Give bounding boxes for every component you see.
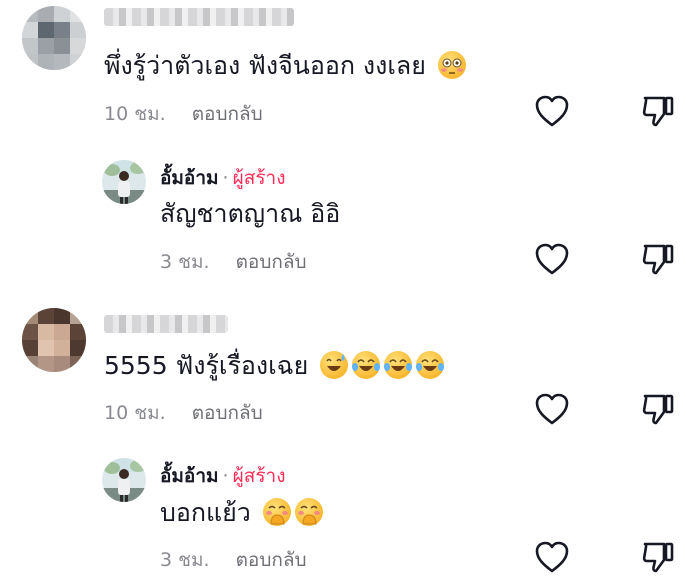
avatar-image [102,160,146,204]
face-with-hand-over-mouth-emoji [262,498,291,526]
comment-meta: 3 ชม. ตอบกลับ [160,247,307,277]
tears-of-joy-emoji [416,351,445,379]
heart-outline-icon [535,243,569,275]
face-with-hand-over-mouth-emoji [294,498,323,526]
comment-text-content: พึ่งรู้ว่าตัวเอง ฟังจีนออก งงเลย [104,51,426,80]
comment-meta: 10 ชม. ตอบกลับ [104,99,263,129]
creator-badge: ผู้สร้าง [232,167,286,189]
heart-outline-icon [535,541,569,573]
comment-text: พึ่งรู้ว่าตัวเอง ฟังจีนออก งงเลย [104,50,466,82]
reply-button[interactable]: ตอบกลับ [192,103,263,125]
creator-badge: ผู้สร้าง [232,465,286,487]
grinning-sweat-emoji [320,351,349,379]
avatar-blurred-image [22,308,86,372]
comment-meta: 10 ชม. ตอบกลับ [104,398,263,428]
username-blurred[interactable] [104,8,294,26]
tears-of-joy-emoji [384,351,413,379]
flushed-face-emoji [437,51,466,79]
like-button[interactable] [534,242,570,276]
thumbs-down-outline-icon [642,542,674,573]
like-button[interactable] [534,392,570,426]
separator-dot: · [222,167,229,189]
comment-time: 3 ชม. [160,549,210,571]
avatar[interactable] [102,458,146,502]
separator-dot: · [222,465,229,487]
avatar-blurred-image [22,6,86,70]
comment-text: สัญชาตญาณ อิอิ [160,198,340,230]
thumbs-down-outline-icon [642,96,674,127]
comment-text-content: สัญชาตญาณ อิอิ [160,199,341,228]
like-button[interactable] [534,540,570,574]
comment-time: 10 ชม. [104,103,166,125]
author-line: อั้มอ้าม · ผู้สร้าง [160,461,285,491]
thumbs-down-outline-icon [642,244,674,275]
heart-outline-icon [535,393,569,425]
author-name[interactable]: อั้มอ้าม [160,167,219,189]
avatar[interactable] [22,308,86,372]
dislike-button[interactable] [640,392,676,426]
comment-text-content: 5555 ฟังรู้เรื่องเฉย [104,351,309,380]
avatar[interactable] [22,6,86,70]
heart-outline-icon [535,95,569,127]
reply-button[interactable]: ตอบกลับ [192,402,263,424]
reply-button[interactable]: ตอบกลับ [236,251,307,273]
comment-text: 5555 ฟังรู้เรื่องเฉย [104,350,445,382]
username-blurred[interactable] [104,315,228,333]
avatar-image [102,458,146,502]
dislike-button[interactable] [640,94,676,128]
thumbs-down-outline-icon [642,394,674,425]
tears-of-joy-emoji [352,351,381,379]
comment-meta: 3 ชม. ตอบกลับ [160,545,307,575]
author-line: อั้มอ้าม · ผู้สร้าง [160,163,285,193]
dislike-button[interactable] [640,540,676,574]
comment-text-content: บอกแย้ว [160,498,251,527]
comment-time: 3 ชม. [160,251,210,273]
reply-button[interactable]: ตอบกลับ [236,549,307,571]
avatar[interactable] [102,160,146,204]
like-button[interactable] [534,94,570,128]
comment-text: บอกแย้ว [160,497,323,529]
dislike-button[interactable] [640,242,676,276]
comment-time: 10 ชม. [104,402,166,424]
author-name[interactable]: อั้มอ้าม [160,465,219,487]
